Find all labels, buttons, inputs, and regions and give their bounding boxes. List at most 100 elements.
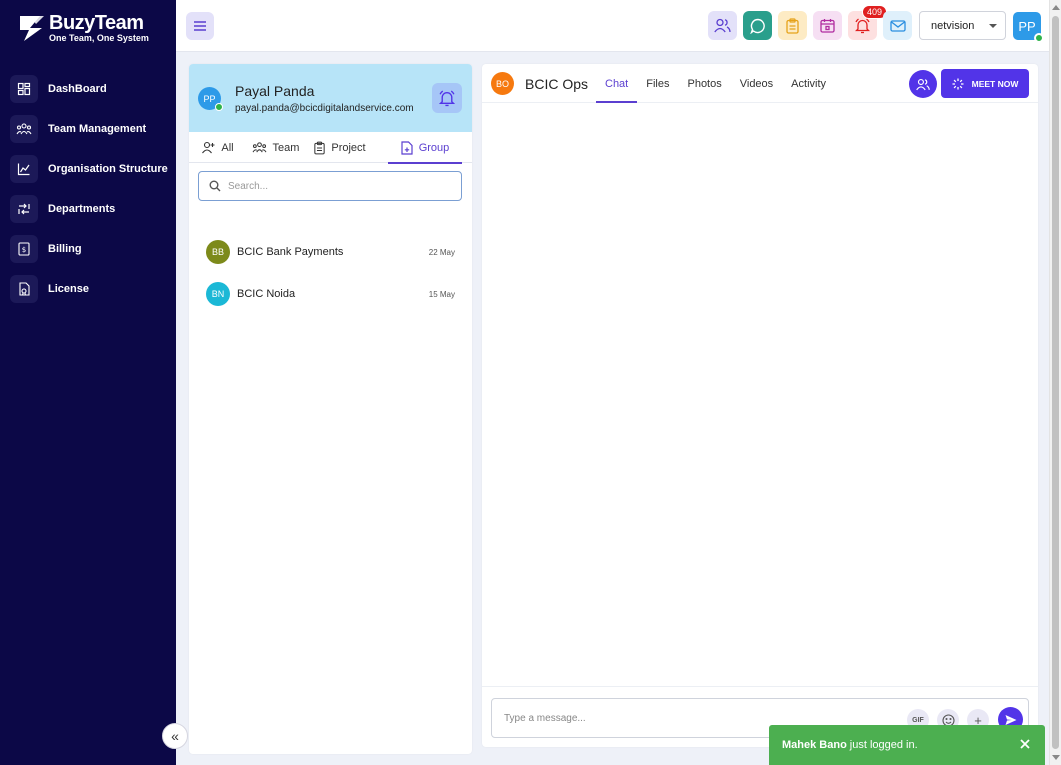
people-icon xyxy=(714,18,731,33)
group-date: 15 May xyxy=(428,289,455,299)
add-user-icon xyxy=(202,141,215,154)
people-icon xyxy=(916,78,930,90)
people-button[interactable] xyxy=(708,11,737,40)
user-avatar-initials: PP xyxy=(1018,18,1036,34)
tab-label: Team xyxy=(272,141,300,154)
notifications-button[interactable]: 409 xyxy=(848,5,887,40)
profile-avatar[interactable]: PP xyxy=(198,87,223,111)
search-icon xyxy=(209,180,221,192)
brand-logo[interactable]: BuzyTeam One Team, One System xyxy=(18,12,149,44)
chat-group-avatar: BO xyxy=(491,72,514,95)
scroll-up-arrow-icon[interactable] xyxy=(1052,5,1060,10)
svg-text:$: $ xyxy=(22,246,26,254)
dashboard-icon xyxy=(10,75,38,103)
sidebar-item-label: Team Management xyxy=(48,123,147,135)
toast-user-name: Mahek Bano xyxy=(782,739,847,751)
sidebar-item-departments[interactable]: Departments xyxy=(0,189,176,229)
sidebar-item-label: Organisation Structure xyxy=(48,163,168,175)
tab-all[interactable]: All xyxy=(189,132,247,163)
sidebar-item-label: License xyxy=(48,283,89,295)
search-box[interactable] xyxy=(198,171,462,201)
tab-team[interactable]: Team xyxy=(247,132,304,163)
chat-button[interactable] xyxy=(743,11,772,40)
group-name: BCIC Bank Payments xyxy=(237,246,344,258)
bell-icon xyxy=(439,89,455,106)
license-icon xyxy=(10,275,38,303)
sidebar-nav: DashBoard Team Management Organisation S… xyxy=(0,69,176,309)
message-input[interactable] xyxy=(504,712,894,724)
calendar-button[interactable] xyxy=(813,11,842,40)
sidebar-item-label: DashBoard xyxy=(48,83,107,95)
brand-tagline: One Team, One System xyxy=(49,33,149,43)
chat-title: BCIC Ops xyxy=(525,76,589,92)
user-avatar[interactable]: PP xyxy=(1013,12,1044,43)
chat-panel: BO BCIC Ops Chat Files Photos Videos Act… xyxy=(482,64,1038,747)
chat-bubble-icon xyxy=(749,18,765,34)
hamburger-menu-button[interactable] xyxy=(186,12,214,40)
calendar-icon xyxy=(820,19,835,33)
profile-notifications-button[interactable] xyxy=(432,83,462,113)
bell-icon xyxy=(855,17,870,33)
tab-videos[interactable]: Videos xyxy=(731,64,782,103)
team-icon xyxy=(10,115,38,143)
profile-name: Payal Panda xyxy=(235,83,315,99)
page-scrollbar[interactable] xyxy=(1049,0,1061,765)
sidebar-item-organisation-structure[interactable]: Organisation Structure xyxy=(0,149,176,189)
departments-icon xyxy=(10,195,38,223)
chat-messages-area[interactable] xyxy=(482,104,1038,686)
org-chart-icon xyxy=(10,155,38,183)
tab-activity[interactable]: Activity xyxy=(782,64,835,103)
tab-files[interactable]: Files xyxy=(637,64,678,103)
topbar: 409 netvision PP xyxy=(176,0,1049,52)
conversation-tabs: All Team Project Group xyxy=(189,132,472,164)
close-icon[interactable] xyxy=(1018,737,1032,751)
sidebar-item-license[interactable]: License xyxy=(0,269,176,309)
mail-icon xyxy=(889,19,906,32)
meet-now-label: MEET NOW xyxy=(971,78,1019,89)
profile-email: payal.panda@bcicdigitalandservice.com xyxy=(235,103,414,114)
sidebar-collapse-button[interactable]: « xyxy=(162,723,188,749)
group-avatar: BN xyxy=(206,282,230,306)
online-status-icon xyxy=(1034,33,1044,43)
tab-label: All xyxy=(221,141,234,154)
logo-mark-icon xyxy=(18,13,46,43)
clipboard-icon xyxy=(786,17,799,34)
scroll-down-arrow-icon[interactable] xyxy=(1052,755,1060,760)
add-document-icon xyxy=(401,140,413,155)
tab-label: Project xyxy=(331,141,366,154)
profile-initials: PP xyxy=(203,93,216,104)
tab-chat[interactable]: Chat xyxy=(596,64,638,103)
billing-icon: $ xyxy=(10,235,38,263)
profile-header: PP Payal Panda payal.panda@bcicdigitalan… xyxy=(189,64,472,132)
tasks-button[interactable] xyxy=(778,11,807,40)
spinner-icon xyxy=(952,78,964,89)
group-members-button[interactable] xyxy=(909,70,937,98)
team-icon xyxy=(252,142,266,153)
group-avatar: BB xyxy=(206,240,230,264)
sidebar-item-billing[interactable]: $ Billing xyxy=(0,229,176,269)
meet-now-button[interactable]: MEET NOW xyxy=(941,69,1029,98)
group-name: BCIC Noida xyxy=(237,288,296,300)
list-item-group[interactable]: BB BCIC Bank Payments 22 May xyxy=(189,233,472,271)
sidebar-item-dashboard[interactable]: DashBoard xyxy=(0,69,176,109)
tab-project[interactable]: Project xyxy=(304,132,376,163)
scrollbar-thumb[interactable] xyxy=(1052,16,1059,749)
sidebar: BuzyTeam One Team, One System DashBoard … xyxy=(0,0,176,765)
tab-photos[interactable]: Photos xyxy=(678,64,730,103)
organisation-select[interactable]: netvision xyxy=(919,11,1006,40)
caret-down-icon xyxy=(989,23,997,28)
sidebar-item-label: Departments xyxy=(48,203,116,215)
send-icon xyxy=(1005,714,1016,725)
toast-message: just logged in. xyxy=(849,739,918,751)
brand-name: BuzyTeam xyxy=(49,12,144,34)
tab-label: Group xyxy=(418,141,450,154)
tab-group[interactable]: Group xyxy=(388,132,462,164)
hamburger-icon xyxy=(194,21,206,31)
chat-tabs: Chat Files Photos Videos Activity xyxy=(596,64,835,103)
online-status-icon xyxy=(215,103,223,111)
search-input[interactable] xyxy=(228,180,448,192)
group-date: 22 May xyxy=(428,247,455,257)
list-item-group[interactable]: BN BCIC Noida 15 May xyxy=(189,275,472,313)
sidebar-item-team-management[interactable]: Team Management xyxy=(0,109,176,149)
mail-button[interactable] xyxy=(883,11,912,40)
